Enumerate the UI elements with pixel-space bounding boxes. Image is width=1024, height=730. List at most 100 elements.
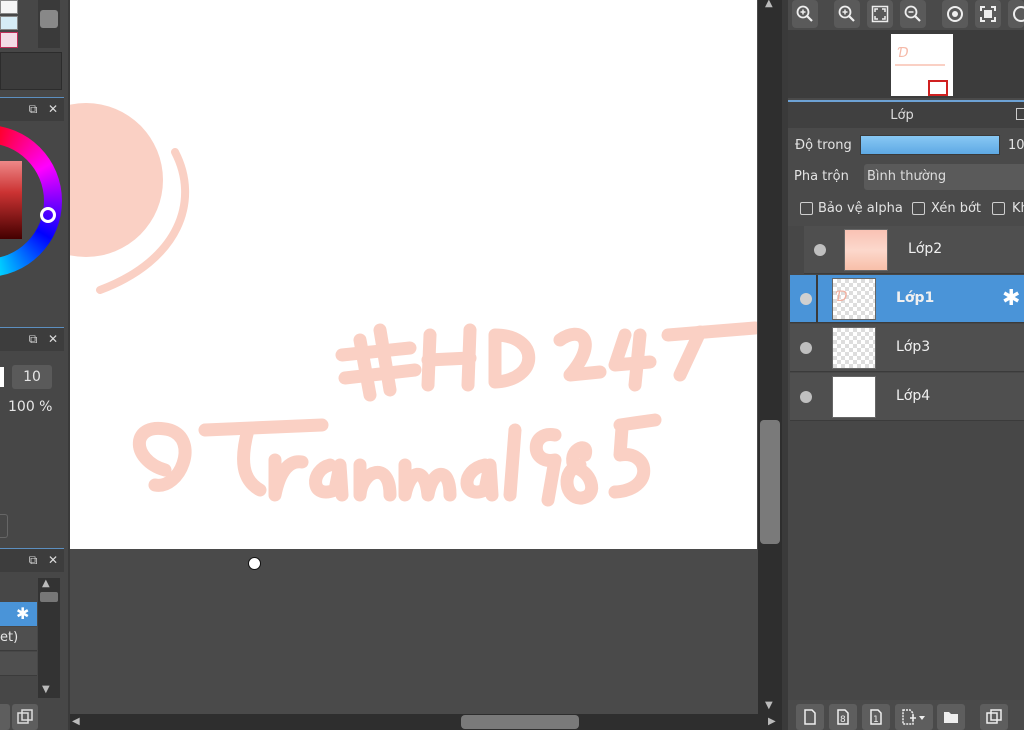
reset-view-icon [1013, 6, 1024, 22]
color-swatch[interactable] [0, 16, 18, 30]
color-swatch[interactable] [0, 32, 18, 48]
layer-row[interactable]: Ɗ Lớp1 ✱ [790, 275, 1024, 323]
lock-checkbox[interactable] [992, 202, 1005, 215]
list-scrollbar[interactable]: ▲ ▼ [38, 578, 60, 698]
artwork [70, 103, 757, 507]
duplicate-button[interactable] [12, 704, 38, 730]
clipping-checkbox[interactable] [912, 202, 925, 215]
layer-selection-stripe [816, 275, 818, 323]
opacity-label: Độ trong [795, 138, 852, 153]
clipping-label: Xén bớt [931, 201, 981, 216]
duplicate-icon [17, 709, 33, 724]
add-special-layer-icon [902, 709, 925, 725]
blend-mode-select[interactable]: Bình thường [864, 164, 1024, 190]
blend-mode-label: Pha trộn [794, 169, 849, 184]
swatch-scrollbar[interactable] [38, 0, 60, 48]
close-icon[interactable]: ✕ [46, 553, 60, 567]
new-layer-icon [804, 709, 816, 725]
horizontal-scrollbar[interactable]: ◀ ▶ [70, 714, 782, 730]
layer-thumbnail [832, 327, 876, 369]
new-folder-button[interactable] [937, 704, 965, 730]
brush-list-panel-header: ⧉ ✕ [0, 548, 64, 572]
layer-list: Lớp2 Ɗ Lớp1 ✱ Lớp3 Lớp4 [788, 226, 1024, 700]
popout-icon[interactable]: ⧉ [26, 332, 40, 346]
zoom-fit-button[interactable] [792, 0, 818, 28]
rotate-button[interactable] [942, 0, 968, 28]
list-footer-button[interactable] [0, 704, 10, 730]
right-panel: Ɗ Lớp Độ trong 10 Pha trộn Bình thường B… [788, 0, 1024, 730]
visibility-icon[interactable] [800, 391, 812, 403]
swatch-footer [0, 52, 62, 90]
fullscreen-button[interactable] [975, 0, 1001, 28]
vertical-scrollbar[interactable]: ▲ ▼ [758, 0, 782, 714]
navigator-thumbnail[interactable]: Ɗ [891, 34, 953, 96]
protect-alpha-checkbox[interactable] [800, 202, 813, 215]
hue-handle[interactable] [40, 207, 56, 223]
tab-layers[interactable]: Lớp [788, 100, 1024, 128]
new-folder-icon [944, 712, 958, 723]
reset-view-button[interactable] [1008, 0, 1024, 28]
layer-thumbnail: Ɗ [832, 278, 876, 320]
left-panel: ⧉ ✕ ⧉ ✕ 10 100 % ⧉ ✕ ✱ et) ▲ ▼ [0, 0, 68, 730]
list-item-selected[interactable]: ✱ [0, 602, 37, 626]
add-special-layer-button[interactable] [895, 704, 933, 730]
gear-icon[interactable]: ✱ [1002, 286, 1020, 311]
cursor-indicator [248, 557, 261, 570]
duplicate-layer-icon [986, 709, 1002, 724]
close-icon[interactable]: ✕ [46, 102, 60, 116]
layer-thumbnail [844, 229, 888, 271]
svg-text:1: 1 [873, 715, 879, 725]
svg-text:8: 8 [840, 715, 846, 725]
layer-row[interactable]: Lớp3 [790, 324, 1024, 372]
new-1bit-layer-icon: 1 [870, 709, 882, 725]
brush-opacity-value: 100 % [8, 399, 53, 415]
canvas-area[interactable] [70, 0, 758, 714]
new-8bit-layer-button[interactable]: 8 [829, 704, 857, 730]
list-item[interactable]: et) [0, 627, 37, 651]
brush-panel-header: ⧉ ✕ [0, 327, 64, 351]
visibility-icon[interactable] [800, 342, 812, 354]
brush-panel-field[interactable] [0, 514, 8, 538]
viewport-indicator[interactable] [928, 80, 948, 96]
scroll-down-icon[interactable]: ▼ [765, 700, 773, 711]
brush-size-input[interactable]: 10 [12, 365, 52, 389]
layer-row[interactable]: Lớp2 [804, 226, 1024, 274]
visibility-icon[interactable] [814, 244, 826, 256]
color-wheel-panel-header: ⧉ ✕ [0, 97, 64, 121]
zoom-in-button[interactable] [834, 0, 860, 28]
rotate-icon [947, 6, 963, 22]
close-icon[interactable]: ✕ [46, 332, 60, 346]
duplicate-layer-button[interactable] [980, 704, 1008, 730]
zoom-fit-icon [796, 5, 813, 22]
zoom-out-button[interactable] [900, 0, 926, 28]
visibility-icon[interactable] [800, 293, 812, 305]
horizontal-scroll-thumb[interactable] [461, 715, 579, 729]
layer-row[interactable]: Lớp4 [790, 373, 1024, 421]
opacity-value: 10 [1008, 138, 1024, 153]
color-swatch-grid[interactable] [0, 0, 20, 50]
color-swatch[interactable] [0, 0, 18, 14]
layer-opacity-slider[interactable] [860, 135, 1000, 155]
scroll-down-icon[interactable]: ▼ [42, 684, 50, 695]
layer-thumbnail [832, 376, 876, 418]
navigator-preview[interactable]: Ɗ [788, 30, 1024, 98]
scroll-up-icon[interactable]: ▲ [765, 0, 773, 9]
drawing-canvas[interactable] [70, 0, 757, 549]
gear-icon[interactable]: ✱ [16, 604, 29, 623]
fit-screen-button[interactable] [867, 0, 893, 28]
color-wheel[interactable] [0, 121, 64, 325]
brush-size-slider-end[interactable] [0, 367, 4, 387]
popout-icon[interactable]: ⧉ [26, 553, 40, 567]
list-item[interactable] [0, 652, 37, 676]
new-1bit-layer-button[interactable]: 1 [862, 704, 890, 730]
scroll-right-icon[interactable]: ▶ [768, 716, 776, 727]
fullscreen-icon [980, 6, 996, 22]
new-layer-button[interactable] [796, 704, 824, 730]
vertical-scroll-thumb[interactable] [760, 420, 780, 544]
scroll-up-icon[interactable]: ▲ [42, 578, 50, 589]
popout-icon[interactable]: ⧉ [26, 102, 40, 116]
scroll-left-icon[interactable]: ◀ [72, 716, 80, 727]
protect-alpha-label: Bảo vệ alpha [818, 201, 903, 216]
lock-label: Kh [1012, 201, 1024, 216]
new-8bit-layer-icon: 8 [837, 709, 849, 725]
